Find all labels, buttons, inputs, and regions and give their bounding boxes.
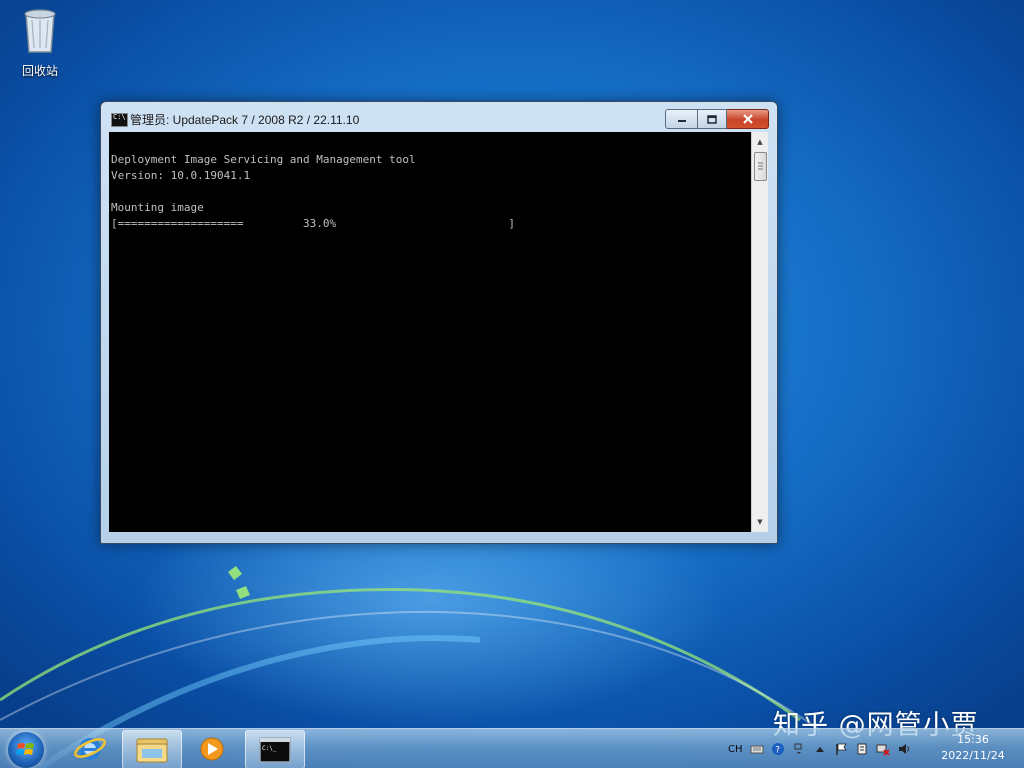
language-indicator[interactable]: CH (728, 744, 743, 755)
scroll-thumb[interactable] (754, 152, 767, 181)
volume-icon[interactable] (897, 742, 911, 756)
svg-text:C:\_: C:\_ (262, 745, 277, 752)
ie-icon (74, 738, 106, 760)
close-button[interactable] (727, 109, 769, 129)
window-controls (665, 109, 769, 129)
console-text: Deployment Image Servicing and Managemen… (109, 132, 751, 232)
device-icon[interactable] (855, 742, 869, 756)
taskbar: C:\_ CH ? 15:36 2022/11/24 (0, 728, 1024, 768)
console-line: Deployment Image Servicing and Managemen… (111, 153, 416, 166)
scroll-up-arrow-icon[interactable]: ▲ (752, 134, 768, 150)
ime-options-icon[interactable] (792, 742, 806, 756)
close-icon (742, 114, 753, 124)
cmd-icon: C:\ (111, 113, 128, 127)
clock[interactable]: 15:36 2022/11/24 (930, 732, 1016, 764)
action-center-flag-icon[interactable] (834, 742, 848, 756)
taskbar-item-media-player[interactable] (184, 730, 240, 767)
console-line: Mounting image (111, 201, 204, 214)
console-window[interactable]: C:\ 管理员: UpdatePack 7 / 2008 R2 / 22.11.… (100, 101, 778, 544)
keyboard-icon[interactable] (750, 742, 764, 756)
vertical-scrollbar[interactable]: ▲ ▼ (751, 132, 768, 532)
minimize-icon (677, 120, 686, 122)
console-line: Version: 10.0.19041.1 (111, 169, 251, 182)
start-button[interactable] (8, 732, 44, 768)
maximize-icon (707, 114, 717, 124)
recycle-bin-label: 回收站 (21, 64, 58, 78)
taskbar-item-internet-explorer[interactable] (62, 730, 118, 767)
recycle-bin-shortcut[interactable]: 回收站 (12, 6, 68, 79)
recycle-bin-icon (24, 9, 56, 53)
console-output[interactable]: Deployment Image Servicing and Managemen… (109, 132, 751, 532)
folder-icon (136, 738, 168, 763)
maximize-button[interactable] (698, 109, 727, 129)
scroll-down-arrow-icon[interactable]: ▼ (752, 514, 768, 530)
svg-text:?: ? (775, 746, 780, 756)
grip-icon (758, 162, 763, 170)
system-tray: CH ? (728, 735, 911, 763)
windows-logo-icon (16, 743, 34, 755)
taskbar-item-command-prompt[interactable]: C:\_ (245, 730, 305, 768)
cmd-icon-text: C:\ (113, 113, 126, 121)
console-line: [=================== 33.0% ] (111, 217, 515, 230)
clock-time: 15:36 (957, 733, 989, 746)
show-hidden-icons-icon[interactable] (813, 742, 827, 756)
help-icon[interactable]: ? (771, 742, 785, 756)
media-player-icon (200, 737, 224, 761)
window-titlebar[interactable]: C:\ 管理员: UpdatePack 7 / 2008 R2 / 22.11.… (101, 102, 777, 132)
cmd-icon: C:\_ (259, 737, 291, 763)
clock-date: 2022/11/24 (941, 749, 1005, 762)
window-title: 管理员: UpdatePack 7 / 2008 R2 / 22.11.10 (130, 113, 360, 127)
taskbar-item-windows-explorer[interactable] (122, 730, 182, 768)
network-disconnected-icon[interactable] (876, 742, 890, 756)
minimize-button[interactable] (665, 109, 698, 129)
